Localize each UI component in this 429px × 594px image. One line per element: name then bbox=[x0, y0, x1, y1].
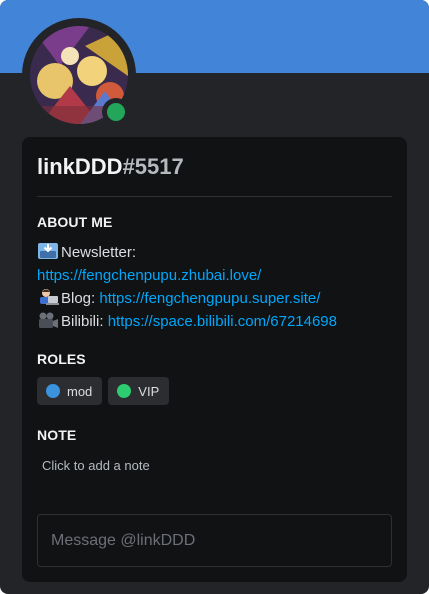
bilibili-line: Bilibili: https://space.bilibili.com/672… bbox=[37, 310, 397, 333]
status-indicator bbox=[102, 98, 130, 126]
blog-line: Blog: https://fengchengpupu.super.site/ bbox=[37, 287, 397, 310]
newsletter-link[interactable]: https://fengchenpupu.zhubai.love/ bbox=[37, 267, 261, 284]
role-name: mod bbox=[67, 383, 93, 399]
bilibili-link[interactable]: https://space.bilibili.com/67214698 bbox=[108, 313, 337, 330]
note-heading: NOTE bbox=[37, 427, 77, 443]
role-color-dot[interactable] bbox=[117, 384, 132, 398]
username-discriminator: #5517 bbox=[122, 154, 184, 179]
avatar-frame[interactable] bbox=[22, 18, 136, 132]
inbox-tray-icon bbox=[38, 243, 58, 259]
username-name: linkDDD bbox=[37, 154, 123, 179]
user-profile-popout: linkDDD#5517 ABOUT ME Newsletter: https:… bbox=[0, 0, 429, 594]
profile-body: linkDDD#5517 ABOUT ME Newsletter: https:… bbox=[22, 137, 407, 582]
role-name: VIP bbox=[138, 383, 160, 399]
newsletter-line: Newsletter: bbox=[37, 241, 397, 264]
roles-list: mod VIP bbox=[37, 377, 170, 405]
movie-camera-icon bbox=[39, 312, 58, 328]
note-input[interactable]: Click to add a note bbox=[42, 458, 150, 473]
message-input[interactable] bbox=[37, 514, 392, 567]
blog-label: Blog: bbox=[61, 290, 96, 307]
about-me-heading: ABOUT ME bbox=[37, 214, 113, 230]
role-color-dot[interactable] bbox=[46, 384, 60, 398]
about-me-content: Newsletter: https://fengchenpupu.zhubai.… bbox=[37, 241, 397, 333]
bilibili-label: Bilibili: bbox=[61, 313, 104, 330]
online-status-icon bbox=[107, 103, 125, 121]
role-pill[interactable]: VIP bbox=[108, 377, 170, 405]
newsletter-label: Newsletter: bbox=[61, 244, 137, 261]
roles-heading: ROLES bbox=[37, 351, 86, 367]
role-pill[interactable]: mod bbox=[37, 377, 103, 405]
username[interactable]: linkDDD#5517 bbox=[37, 151, 184, 183]
divider bbox=[37, 196, 392, 197]
technologist-icon bbox=[40, 289, 59, 305]
blog-link[interactable]: https://fengchengpupu.super.site/ bbox=[99, 290, 320, 307]
